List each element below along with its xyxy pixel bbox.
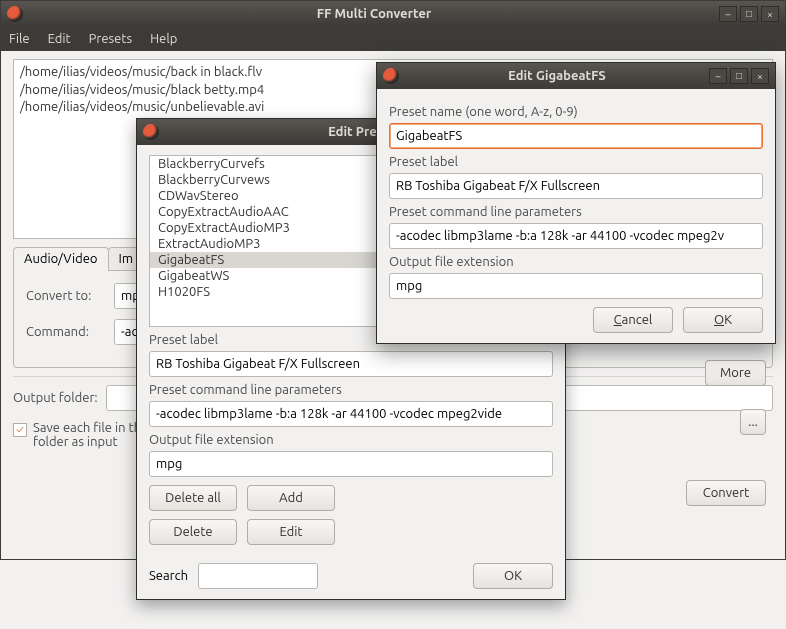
delete-button[interactable]: Delete [149, 519, 237, 545]
preset-name-label: Preset name (one word, A-z, 0-9) [389, 105, 763, 119]
minimize-icon[interactable]: – [709, 68, 727, 84]
edit-preset-title: Edit GigabeatFS [405, 69, 709, 83]
close-icon[interactable]: × [751, 68, 769, 84]
search-label: Search [149, 569, 188, 583]
preset-ext-input[interactable] [149, 451, 553, 477]
preset-label-input[interactable] [149, 351, 553, 377]
maximize-icon[interactable]: □ [730, 68, 748, 84]
command-label: Command: [26, 325, 106, 339]
main-title: FF Multi Converter [29, 7, 719, 21]
menu-presets[interactable]: Presets [89, 32, 132, 46]
convert-to-label: Convert to: [26, 289, 106, 303]
search-input[interactable] [198, 563, 318, 589]
convert-button[interactable]: Convert [686, 480, 766, 506]
delete-all-button[interactable]: Delete all [149, 485, 237, 511]
menubar: File Edit Presets Help [1, 27, 785, 51]
preset-cmd-input[interactable] [389, 223, 763, 249]
menu-file[interactable]: File [9, 32, 30, 46]
preset-ext-label: Output file extension [389, 255, 763, 269]
preset-name-input[interactable] [389, 123, 763, 149]
close-icon[interactable]: × [761, 6, 779, 22]
edit-preset-dialog: Edit GigabeatFS – □ × Preset name (one w… [376, 62, 776, 344]
maximize-icon[interactable]: □ [740, 6, 758, 22]
output-folder-label: Output folder: [13, 391, 98, 405]
save-same-folder-label: Save each file in the folder as input [33, 421, 148, 449]
tab-audio-video[interactable]: Audio/Video [13, 247, 109, 271]
app-icon [143, 124, 159, 140]
preset-cmd-label: Preset command line parameters [389, 205, 763, 219]
menu-help[interactable]: Help [150, 32, 177, 46]
preset-label-input[interactable] [389, 173, 763, 199]
app-icon [383, 68, 399, 84]
ok-button[interactable]: OK [683, 307, 763, 333]
minimize-icon[interactable]: – [719, 6, 737, 22]
preset-label-label: Preset label [389, 155, 763, 169]
preset-cmd-label: Preset command line parameters [149, 383, 553, 397]
preset-ext-label: Output file extension [149, 433, 553, 447]
edit-preset-titlebar: Edit GigabeatFS – □ × [377, 63, 775, 89]
app-icon [7, 6, 23, 22]
checkbox-checked-icon: ✓ [13, 423, 27, 437]
more-button[interactable]: More [705, 360, 766, 386]
preset-ext-input[interactable] [389, 273, 763, 299]
main-titlebar: FF Multi Converter – □ × [1, 1, 785, 27]
preset-cmd-input[interactable] [149, 401, 553, 427]
cancel-button[interactable]: Cancel [593, 307, 673, 333]
menu-edit[interactable]: Edit [48, 32, 71, 46]
browse-output-button[interactable]: ... [740, 409, 766, 435]
add-button[interactable]: Add [247, 485, 335, 511]
ok-button[interactable]: OK [473, 563, 553, 589]
edit-button[interactable]: Edit [247, 519, 335, 545]
